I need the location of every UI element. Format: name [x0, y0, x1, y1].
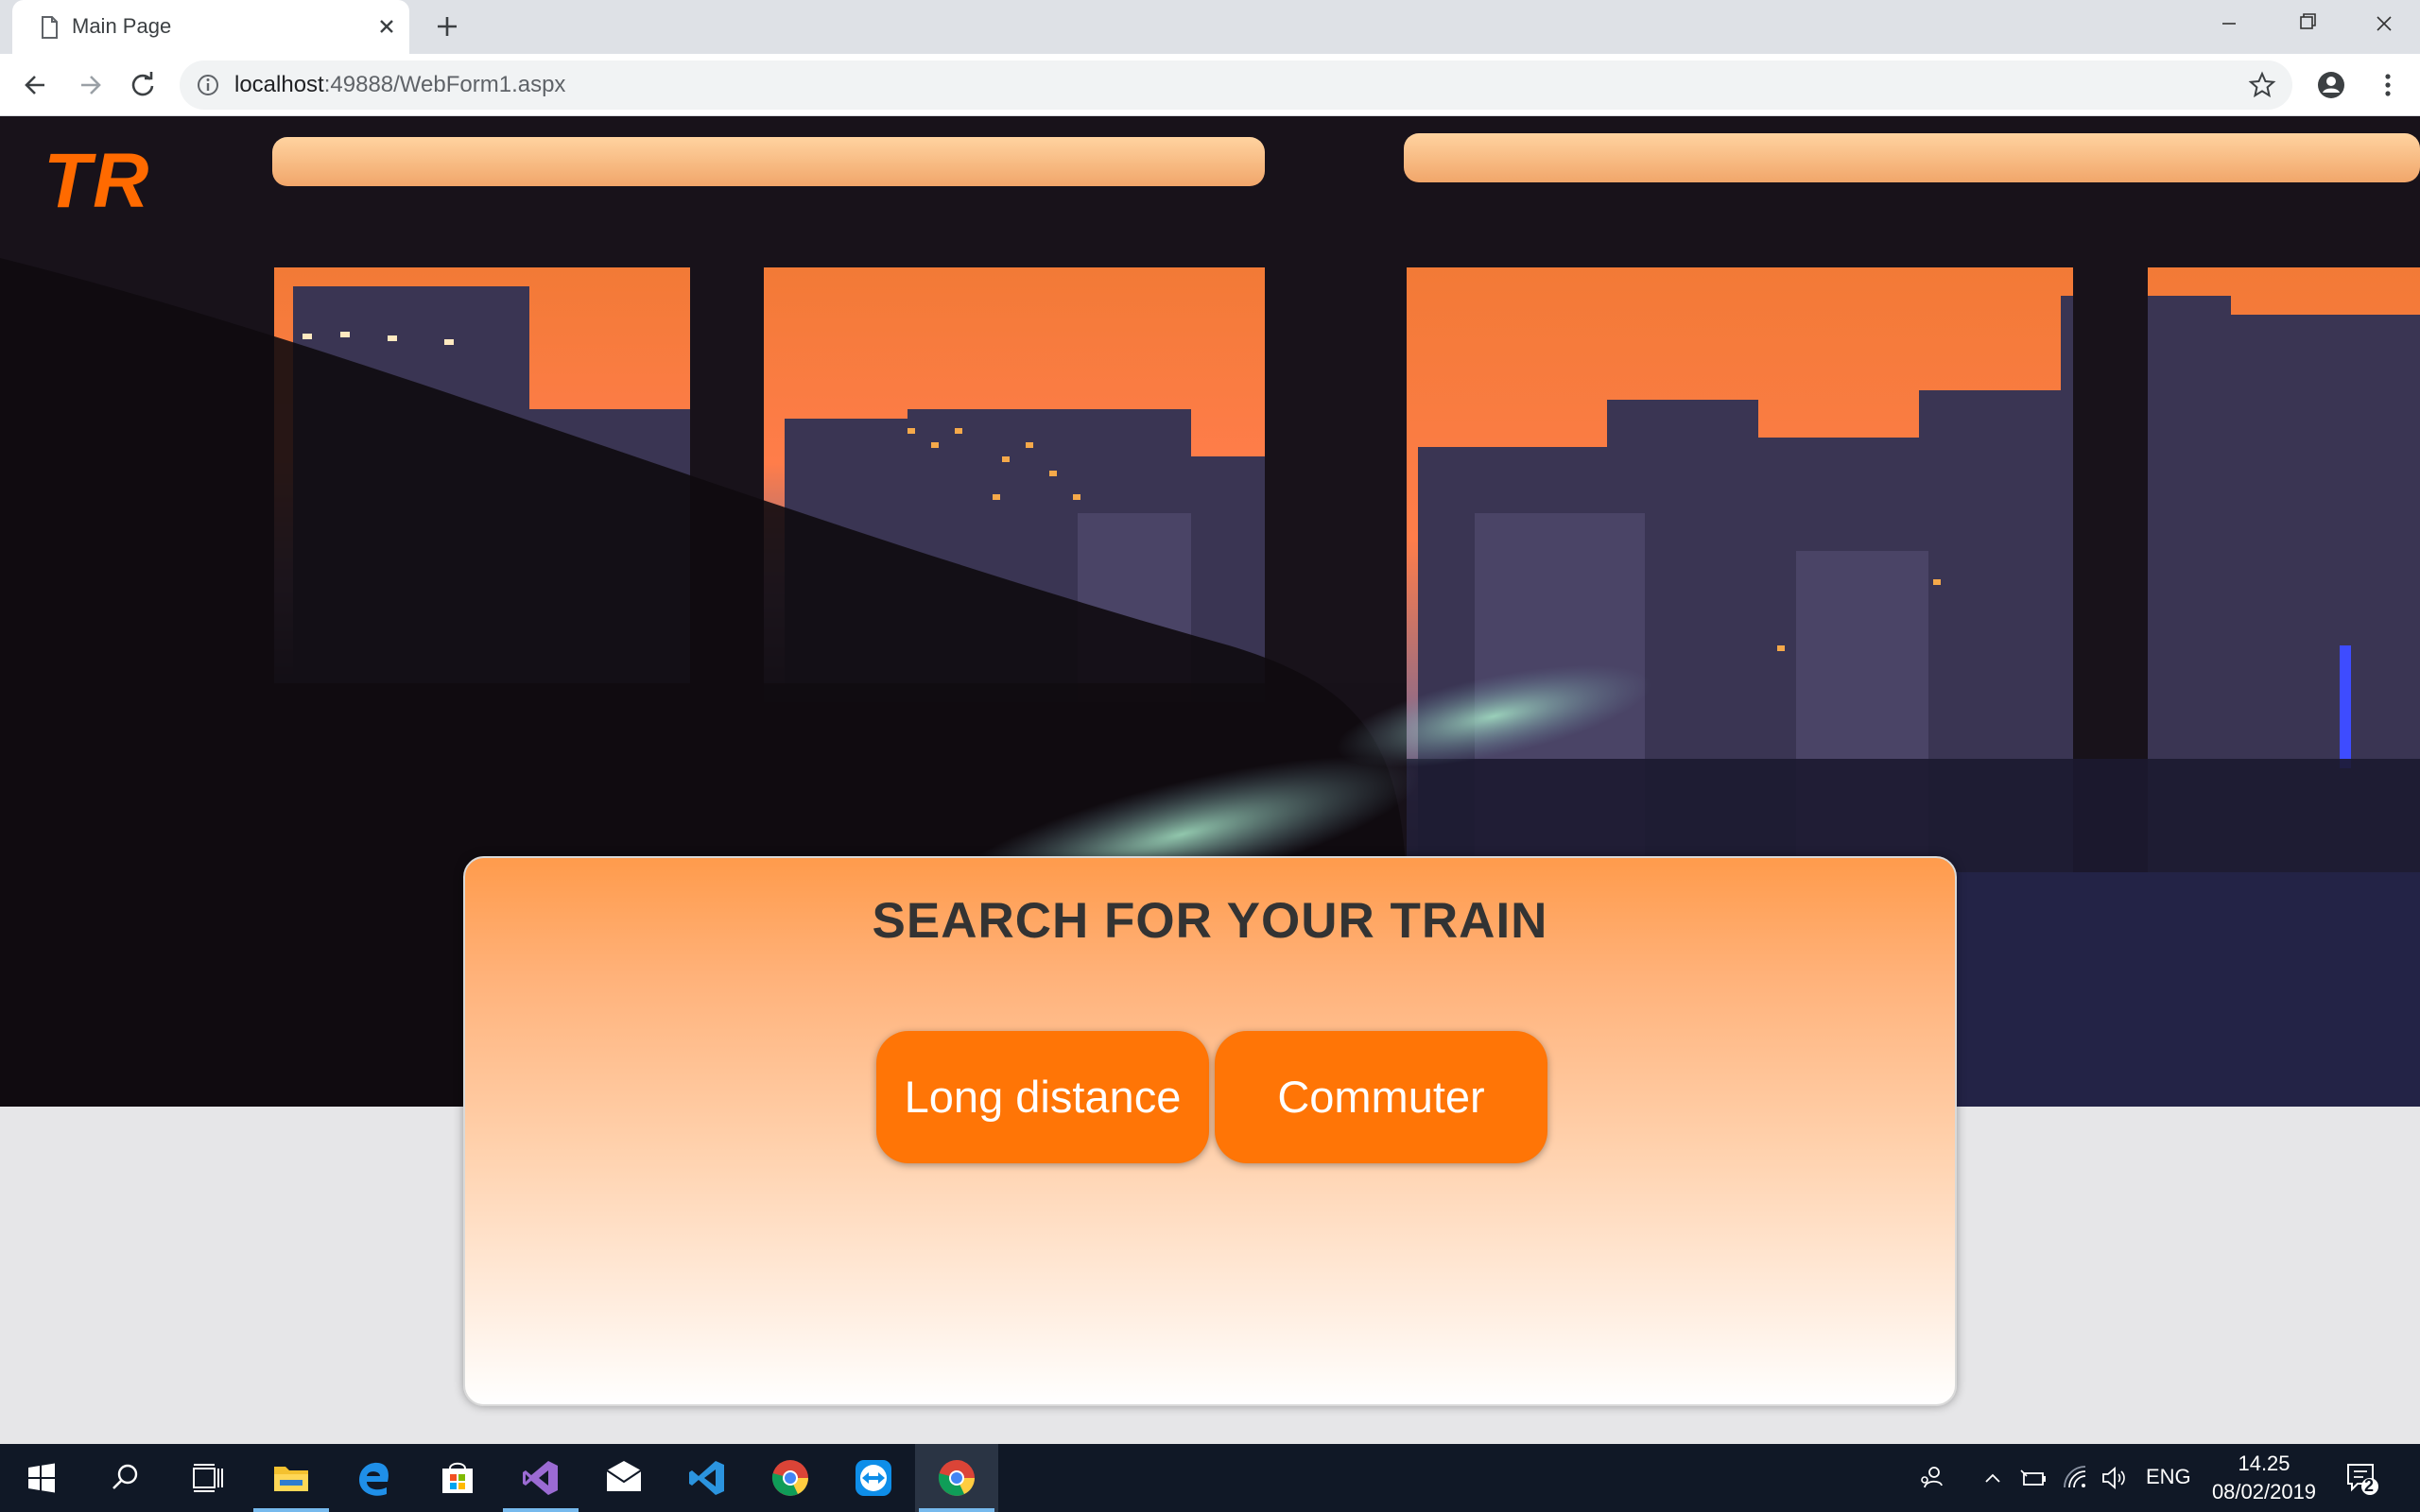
close-window-icon[interactable]	[2342, 0, 2420, 47]
clock-time: 14.25	[2238, 1452, 2290, 1475]
folder-icon	[274, 1467, 308, 1491]
url-text[interactable]: localhost:49888/WebForm1.aspx	[234, 72, 565, 98]
address-bar[interactable]: localhost:49888/WebForm1.aspx	[180, 60, 2292, 110]
long-distance-button[interactable]: Long distance	[876, 1031, 1209, 1163]
visual-studio-taskbar-item[interactable]	[499, 1444, 582, 1512]
url-path: :49888/WebForm1.aspx	[323, 72, 566, 97]
clock[interactable]: 14.25 08/02/2019	[2207, 1450, 2321, 1506]
volume-icon[interactable]	[2099, 1463, 2129, 1493]
browser-toolbar: localhost:49888/WebForm1.aspx	[0, 54, 2420, 116]
wifi-icon[interactable]	[2061, 1463, 2091, 1493]
vscode-taskbar-item[interactable]	[666, 1444, 749, 1512]
mail-taskbar-item[interactable]	[582, 1444, 666, 1512]
browser-menu-icon[interactable]	[2369, 66, 2407, 104]
tab-title: Main Page	[72, 14, 172, 38]
start-button[interactable]	[0, 1444, 83, 1512]
language-indicator[interactable]: ENG	[2146, 1465, 2191, 1489]
account-icon[interactable]	[2312, 66, 2350, 104]
bookmark-star-icon[interactable]	[2247, 70, 2277, 100]
battery-icon[interactable]	[2018, 1463, 2048, 1493]
windows-logo-icon	[28, 1463, 55, 1493]
chevron-up-icon[interactable]	[1978, 1463, 2008, 1493]
windows-taskbar: ENG 14.25 08/02/2019 2	[0, 1444, 2420, 1512]
search-panel: SEARCH FOR YOUR TRAIN Long distance Comm…	[463, 856, 1957, 1406]
browser-tab-strip: Main Page	[0, 0, 2420, 54]
edge-taskbar-item[interactable]	[333, 1444, 416, 1512]
store-taskbar-item[interactable]	[416, 1444, 499, 1512]
commuter-button[interactable]: Commuter	[1215, 1031, 1547, 1163]
store-bag-icon	[442, 1462, 473, 1493]
close-tab-icon[interactable]	[372, 11, 402, 42]
notification-icon	[2347, 1464, 2378, 1495]
mail-envelope-icon	[606, 1461, 642, 1491]
teamviewer-taskbar-item[interactable]	[832, 1444, 915, 1512]
browser-tab[interactable]: Main Page	[12, 0, 409, 54]
action-center-button[interactable]: 2	[2344, 1461, 2382, 1497]
url-host: localhost	[234, 72, 324, 97]
search-title: SEARCH FOR YOUR TRAIN	[872, 893, 1548, 949]
notification-count: 2	[2364, 1476, 2375, 1495]
back-arrow-icon[interactable]	[16, 65, 56, 105]
page-icon	[42, 16, 58, 39]
restore-window-icon[interactable]	[2264, 0, 2349, 47]
site-info-icon[interactable]	[195, 72, 221, 98]
clock-date: 08/02/2019	[2211, 1480, 2317, 1503]
search-button[interactable]	[83, 1444, 166, 1512]
edge-browser-icon	[359, 1462, 389, 1496]
task-view-icon	[193, 1464, 223, 1492]
teamviewer-icon	[856, 1460, 891, 1496]
forward-arrow-icon[interactable]	[70, 65, 110, 105]
task-view-button[interactable]	[166, 1444, 250, 1512]
chrome-taskbar-item[interactable]	[749, 1444, 832, 1512]
chrome-icon	[771, 1460, 808, 1496]
chrome-active-taskbar-item[interactable]	[915, 1444, 998, 1512]
site-logo[interactable]: TR	[43, 137, 150, 226]
search-icon	[112, 1464, 138, 1489]
chrome-icon	[938, 1460, 975, 1496]
vscode-icon	[689, 1461, 724, 1495]
new-tab-icon[interactable]	[430, 9, 464, 43]
reload-icon[interactable]	[123, 65, 163, 105]
people-icon[interactable]	[1917, 1463, 1947, 1493]
visual-studio-icon	[523, 1461, 558, 1495]
file-explorer-taskbar-item[interactable]	[250, 1444, 333, 1512]
minimize-window-icon[interactable]	[2187, 0, 2272, 47]
